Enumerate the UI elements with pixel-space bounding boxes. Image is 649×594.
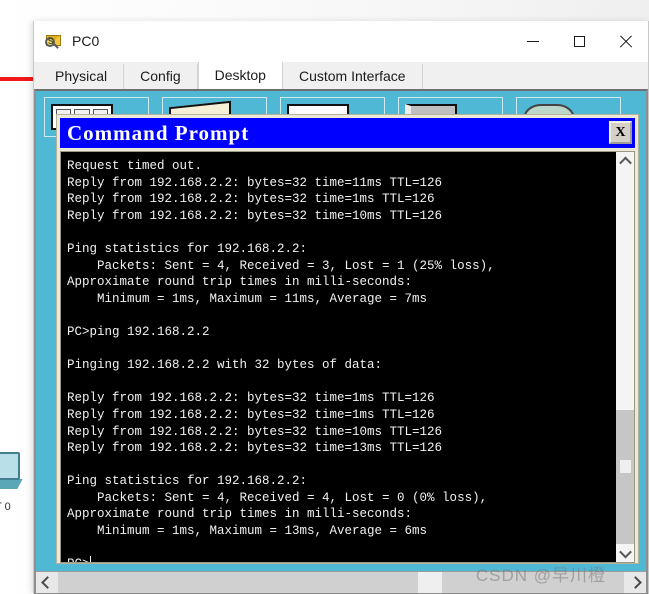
- device-monitor: [0, 452, 20, 480]
- scroll-right-button[interactable]: [624, 572, 646, 593]
- desktop-panel: Command Prompt X Request timed out. Repl…: [34, 89, 648, 594]
- maximize-button[interactable]: [556, 21, 602, 61]
- terminal-output-text: Request timed out. Reply from 192.168.2.…: [67, 159, 495, 539]
- window-controls: [510, 21, 648, 61]
- scroll-left-button[interactable]: [36, 572, 58, 593]
- scroll-track[interactable]: [616, 170, 634, 544]
- window-titlebar: S PC0: [34, 21, 648, 62]
- scroll-up-button[interactable]: [616, 152, 634, 170]
- chevron-down-icon: [618, 545, 632, 558]
- minimize-button[interactable]: [510, 21, 556, 61]
- scroll-down-button[interactable]: [616, 544, 634, 562]
- scroll-thumb[interactable]: [616, 410, 634, 544]
- text-caret: [89, 556, 91, 562]
- terminal-vertical-scrollbar[interactable]: [615, 152, 634, 562]
- command-prompt-close-button[interactable]: X: [609, 121, 632, 144]
- tab-physical[interactable]: Physical: [39, 64, 125, 89]
- hscroll-track[interactable]: [58, 572, 624, 593]
- command-prompt-title: Command Prompt: [67, 120, 250, 145]
- minimize-icon: [527, 40, 539, 42]
- chevron-right-icon: [628, 576, 642, 589]
- device-stand: [0, 479, 23, 489]
- window-title: PC0: [72, 33, 100, 49]
- terminal-prompt: PC>: [67, 557, 90, 562]
- envelope-magnifier-icon: S: [45, 32, 63, 50]
- chevron-left-icon: [40, 576, 54, 589]
- workspace-red-link-line: [0, 77, 36, 81]
- tab-desktop[interactable]: Desktop: [197, 62, 283, 89]
- terminal-output[interactable]: Request timed out. Reply from 192.168.2.…: [61, 152, 615, 562]
- tab-config[interactable]: Config: [124, 64, 198, 89]
- close-icon: [619, 35, 632, 48]
- command-prompt-body[interactable]: Request timed out. Reply from 192.168.2.…: [60, 151, 635, 563]
- workspace-device-icon[interactable]: [0, 452, 32, 498]
- command-prompt-window: Command Prompt X Request timed out. Repl…: [56, 114, 639, 564]
- screenshot-root: -PT 0 S PC0 P: [0, 0, 649, 594]
- chevron-up-icon: [618, 156, 632, 169]
- workspace-device-label: -PT 0: [0, 501, 11, 513]
- tab-strip: Physical Config Desktop Custom Interface: [34, 62, 648, 89]
- desktop-horizontal-scrollbar[interactable]: [36, 571, 646, 593]
- tab-custom-interface[interactable]: Custom Interface: [282, 64, 423, 89]
- close-button[interactable]: [602, 21, 648, 61]
- pc0-window: S PC0 Physical Config Desktop Custom Int…: [33, 21, 649, 594]
- hscroll-thumb[interactable]: [418, 572, 442, 593]
- command-prompt-titlebar: Command Prompt X: [60, 118, 635, 148]
- maximize-icon: [573, 35, 585, 47]
